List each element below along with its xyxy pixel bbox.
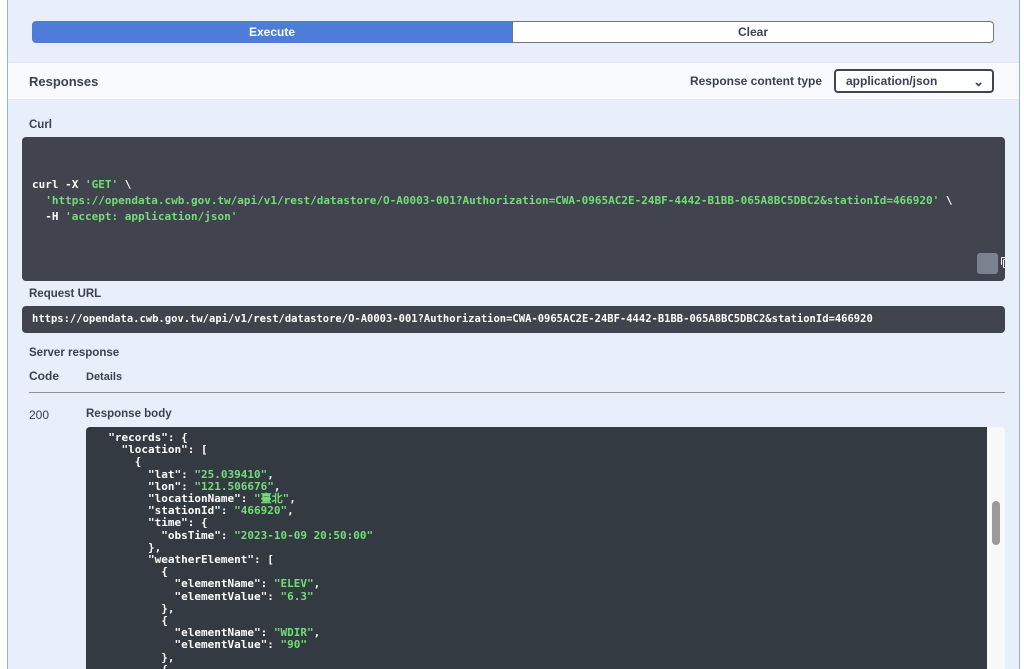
content-type-group: Response content type application/json ⌄	[690, 69, 994, 93]
code-column-header: Code	[29, 369, 59, 383]
operation-block: Execute Clear Responses Response content…	[7, 0, 1020, 669]
details-column-header: Details	[86, 371, 123, 383]
response-body-label: Response body	[86, 408, 172, 420]
responses-title: Responses	[29, 73, 99, 89]
curl-command-text: curl -X 'GET' \ 'https://opendata.cwb.go…	[32, 178, 953, 223]
response-body-code: "records": { "location": [ { "lat": "25.…	[86, 427, 987, 669]
scrollbar-thumb[interactable]	[992, 501, 1000, 545]
responses-header: Responses Response content type applicat…	[8, 62, 1019, 100]
response-content-type-value: application/json	[846, 74, 938, 88]
response-body-block: "records": { "location": [ { "lat": "25.…	[86, 427, 1005, 669]
server-response-title: Server response	[29, 347, 120, 359]
request-url-label: Request URL	[29, 288, 102, 300]
response-status-code: 200	[29, 408, 50, 422]
copy-icon	[963, 241, 1005, 282]
response-table-header: Code Details	[29, 369, 1005, 393]
clear-button[interactable]: Clear	[512, 21, 994, 43]
request-url-value: https://opendata.cwb.gov.tw/api/v1/rest/…	[22, 306, 1005, 333]
curl-copy-button[interactable]	[977, 253, 1005, 274]
response-content-type-select[interactable]: application/json ⌄	[834, 69, 994, 93]
curl-command: curl -X 'GET' \ 'https://opendata.cwb.go…	[22, 137, 1005, 281]
execute-row: Execute Clear	[32, 21, 994, 43]
response-content-type-label: Response content type	[689, 74, 822, 88]
execute-button[interactable]: Execute	[32, 21, 512, 43]
curl-label: Curl	[29, 119, 52, 131]
response-details: Response body "records": { "location": […	[86, 406, 1005, 669]
chevron-down-icon: ⌄	[973, 74, 984, 89]
response-row: 200 Response body "records": { "location…	[29, 406, 1005, 669]
response-body-scrollbar[interactable]	[987, 427, 1005, 669]
